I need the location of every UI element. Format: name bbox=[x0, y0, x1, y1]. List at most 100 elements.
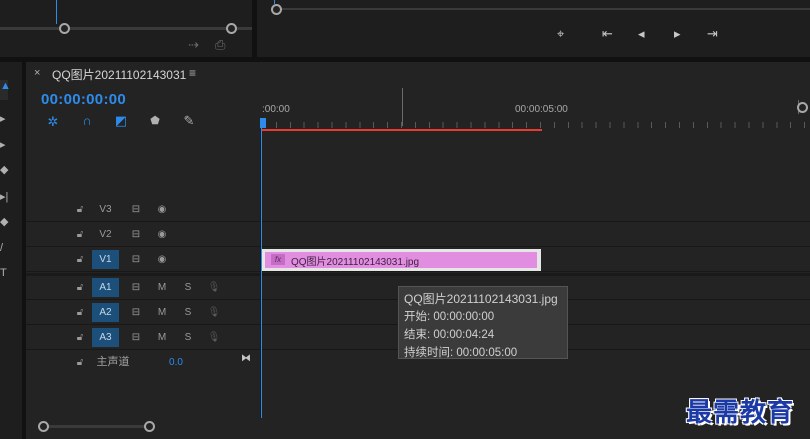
timeline-clip[interactable]: fx QQ图片20211102143031.jpg bbox=[262, 249, 541, 271]
lane-v3[interactable] bbox=[262, 198, 810, 222]
tooltip-start: 开始: 00:00:00:00 bbox=[404, 311, 495, 323]
lock-icon[interactable]: 🔓︎ bbox=[72, 225, 88, 244]
video-audio-divider bbox=[26, 273, 810, 276]
program-scroll-track[interactable] bbox=[275, 8, 810, 10]
step-forward-icon[interactable]: ▸ bbox=[674, 26, 681, 42]
go-to-end-icon[interactable]: ⧓ bbox=[238, 349, 254, 368]
sync-lock-icon[interactable]: ⊟ bbox=[128, 328, 144, 347]
playhead-line[interactable] bbox=[261, 128, 262, 418]
mute-button[interactable]: M bbox=[154, 303, 170, 322]
track-label-target[interactable]: A3 bbox=[92, 328, 119, 347]
timeline-settings-wrench-icon[interactable]: ✎ bbox=[181, 113, 197, 129]
eye-icon[interactable]: ◉ bbox=[154, 200, 170, 219]
program-scroll-knob[interactable] bbox=[271, 4, 282, 15]
close-sequence-icon[interactable]: × bbox=[34, 67, 40, 79]
ruler-major-tick bbox=[402, 88, 403, 126]
lock-icon[interactable]: 🔓︎ bbox=[72, 250, 88, 269]
track-row-v2: 🔓︎ V2 ⊟ ◉ bbox=[26, 223, 260, 247]
nest-sequence-icon[interactable]: ✲ bbox=[45, 114, 61, 130]
solo-button[interactable]: S bbox=[180, 303, 196, 322]
playhead-timecode[interactable]: 00:00:00:00 bbox=[41, 91, 126, 108]
mute-button[interactable]: M bbox=[154, 328, 170, 347]
microphone-icon[interactable]: 🎙︎ bbox=[206, 303, 222, 322]
vertical-scroll-knob[interactable] bbox=[797, 102, 808, 113]
horizontal-scrollbar[interactable] bbox=[40, 425, 150, 428]
source-scroll-knob-right[interactable] bbox=[226, 23, 237, 34]
source-scroll-knob-left[interactable] bbox=[59, 23, 70, 34]
track-row-a1: 🔓︎ A1 ⊟ M S 🎙︎ bbox=[26, 276, 260, 300]
sync-lock-icon[interactable]: ⊟ bbox=[128, 303, 144, 322]
time-ruler[interactable]: :00:00 00:00:05:00 bbox=[260, 88, 810, 132]
ruler-tick-marks bbox=[262, 122, 810, 128]
track-row-v1: 🔓︎ V1 ⊟ ◉ bbox=[26, 248, 260, 272]
track-label[interactable]: V3 bbox=[92, 200, 119, 219]
ruler-start-label: :00:00 bbox=[262, 104, 290, 115]
sequence-tab-title[interactable]: QQ图片20211102143031 bbox=[52, 66, 186, 83]
sequence-menu-icon[interactable]: ≡ bbox=[189, 66, 196, 80]
track-headers: 🔓︎ V3 ⊟ ◉ 🔓︎ V2 ⊟ ◉ 🔓︎ V1 ⊟ ◉ 🔓︎ A1 ⊟ M … bbox=[26, 198, 260, 376]
program-playhead-line bbox=[274, 0, 275, 4]
vertical-scrollbar[interactable] bbox=[797, 102, 808, 114]
watermark: 最需教育 bbox=[686, 398, 795, 428]
ripple-edit-tool-icon[interactable]: ▸ bbox=[0, 138, 6, 151]
fx-badge: fx bbox=[271, 254, 285, 265]
lock-icon[interactable]: 🔓︎ bbox=[72, 303, 88, 322]
master-track-label: 主声道 bbox=[96, 356, 130, 368]
track-row-v3: 🔓︎ V3 ⊟ ◉ bbox=[26, 198, 260, 222]
selection-tool-icon[interactable]: ▲ bbox=[0, 80, 11, 100]
track-label-target[interactable]: A2 bbox=[92, 303, 119, 322]
clip-name: QQ图片20211102143031.jpg bbox=[291, 257, 420, 268]
step-back-icon[interactable]: ◂ bbox=[638, 26, 645, 42]
clip-body: fx QQ图片20211102143031.jpg bbox=[265, 252, 537, 268]
sync-lock-icon[interactable]: ⊟ bbox=[128, 225, 144, 244]
microphone-icon[interactable]: 🎙︎ bbox=[206, 328, 222, 347]
track-label[interactable]: V2 bbox=[92, 225, 119, 244]
track-label-target[interactable]: A1 bbox=[92, 278, 119, 297]
horizontal-scroll-knob-left[interactable] bbox=[38, 421, 49, 432]
lock-icon[interactable]: 🔓︎ bbox=[72, 328, 88, 347]
tools-panel: ▲ ▸ ▸ ◆ ▸| ◆ / T bbox=[0, 62, 22, 439]
lane-v2[interactable] bbox=[262, 223, 810, 247]
go-to-in-icon[interactable]: ⇤ bbox=[602, 26, 613, 42]
source-playhead-line bbox=[56, 0, 57, 24]
snap-icon[interactable]: ∩ bbox=[79, 113, 95, 128]
tooltip-clip-name: QQ图片20211102143031.jpg bbox=[404, 292, 558, 306]
sync-lock-icon[interactable]: ⊟ bbox=[128, 278, 144, 297]
add-marker-icon[interactable]: ⌖ bbox=[557, 26, 564, 42]
ruler-mid-label: 00:00:05:00 bbox=[515, 104, 568, 115]
track-row-a3: 🔓︎ A3 ⊟ M S 🎙︎ bbox=[26, 326, 260, 350]
eye-icon[interactable]: ◉ bbox=[154, 250, 170, 269]
slip-tool-icon[interactable]: ▸| bbox=[0, 190, 8, 203]
source-scroll-track[interactable] bbox=[0, 27, 252, 30]
track-row-a2: 🔓︎ A2 ⊟ M S 🎙︎ bbox=[26, 301, 260, 325]
export-frame-icon[interactable]: ⎙ bbox=[215, 37, 225, 53]
horizontal-scroll-knob-right[interactable] bbox=[144, 421, 155, 432]
playhead-handle[interactable] bbox=[260, 118, 266, 128]
track-row-master: 🔓︎ 主声道 0.0 ⧓ bbox=[26, 351, 260, 374]
tooltip-duration: 持续时间: 00:00:05:00 bbox=[404, 347, 518, 359]
linked-selection-icon[interactable]: ◩ bbox=[113, 113, 129, 129]
lock-icon[interactable]: 🔓︎ bbox=[72, 353, 88, 372]
sync-lock-icon[interactable]: ⊟ bbox=[128, 250, 144, 269]
lock-icon[interactable]: 🔓︎ bbox=[72, 278, 88, 297]
eye-icon[interactable]: ◉ bbox=[154, 225, 170, 244]
clip-tooltip: QQ图片20211102143031.jpg 开始: 00:00:00:00 结… bbox=[398, 286, 568, 359]
insert-icon[interactable]: ⇢ bbox=[188, 37, 199, 53]
hand-tool-icon[interactable]: / bbox=[0, 242, 3, 254]
mute-button[interactable]: M bbox=[154, 278, 170, 297]
pen-tool-icon[interactable]: ◆ bbox=[0, 215, 8, 228]
solo-button[interactable]: S bbox=[180, 278, 196, 297]
type-tool-icon[interactable]: T bbox=[0, 267, 7, 279]
tooltip-end: 结束: 00:00:04:24 bbox=[404, 329, 495, 341]
solo-button[interactable]: S bbox=[180, 328, 196, 347]
lock-icon[interactable]: 🔓︎ bbox=[72, 200, 88, 219]
track-select-tool-icon[interactable]: ▸ bbox=[0, 112, 6, 125]
work-area-bar[interactable] bbox=[262, 129, 542, 131]
track-label-target[interactable]: V1 bbox=[92, 250, 119, 269]
razor-tool-icon[interactable]: ◆ bbox=[0, 163, 8, 176]
sync-lock-icon[interactable]: ⊟ bbox=[128, 200, 144, 219]
go-to-out-icon[interactable]: ⇥ bbox=[707, 26, 718, 42]
master-volume-value[interactable]: 0.0 bbox=[164, 353, 188, 372]
microphone-icon[interactable]: 🎙︎ bbox=[206, 278, 222, 297]
add-marker-icon[interactable]: ⬟ bbox=[147, 114, 163, 127]
